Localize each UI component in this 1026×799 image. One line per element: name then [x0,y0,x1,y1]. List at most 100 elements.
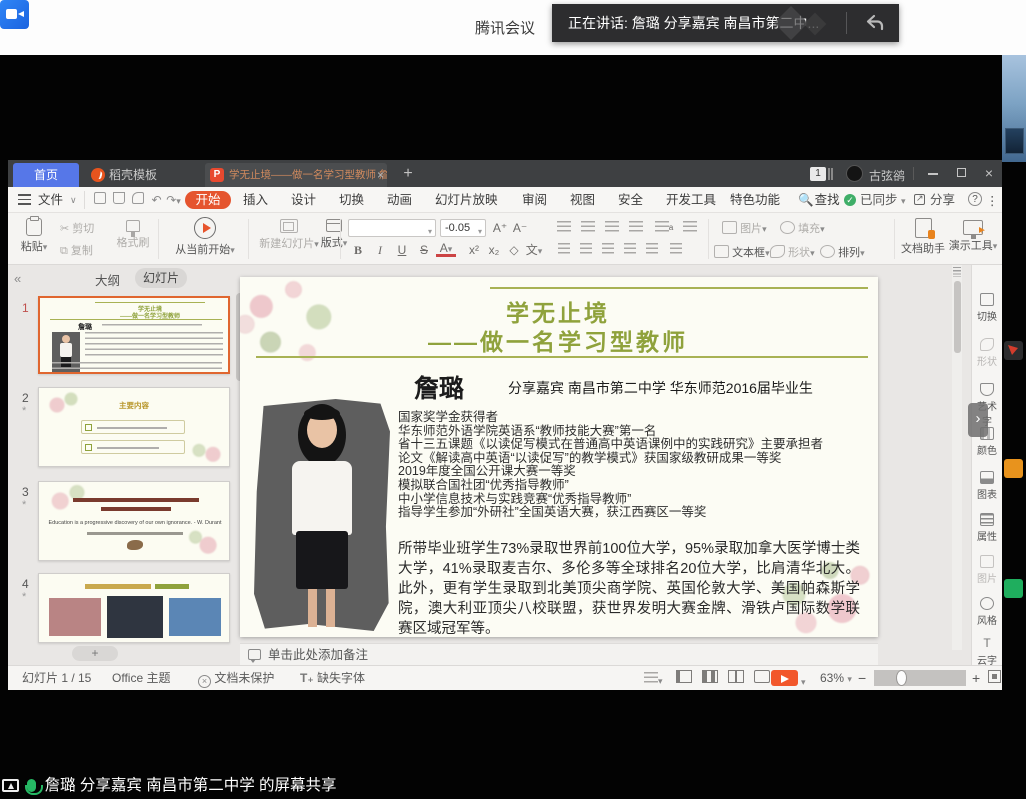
panel-collapse-icon[interactable]: « [14,271,21,286]
superscript-button[interactable]: x² [464,241,484,259]
font-size-select[interactable]: -0.05▾ [440,219,486,237]
tab-list-icon[interactable] [828,168,833,180]
bold-button[interactable]: B [348,241,368,259]
numbered-list-icon[interactable] [578,219,598,237]
copy-button[interactable]: ⧉ 复制 [60,242,93,258]
desktop-photo-icon[interactable] [1005,128,1024,154]
print-preview-icon[interactable] [130,191,145,209]
zoom-in-button[interactable]: + [972,670,980,686]
more-options-icon[interactable]: ⋮ [986,192,999,210]
menu-tab-devtools[interactable]: 开发工具 [666,191,716,209]
present-tools-button[interactable]: 演示工具▾ [948,220,998,253]
panel-expand-arrow[interactable]: › [968,403,988,437]
slide-thumbnail-4[interactable] [38,573,230,643]
justify-icon[interactable] [620,241,640,259]
notes-toggle-icon[interactable]: ▾ [644,670,663,686]
menu-tab-animation[interactable]: 动画 [387,191,412,209]
align-right-icon[interactable] [598,241,618,259]
reply-arrow-icon[interactable] [865,13,885,33]
font-color-button[interactable]: A▾ [436,241,456,257]
slides-tab[interactable]: 幻灯片 [135,268,187,288]
hamburger-menu-icon[interactable] [18,191,32,209]
format-painter-button[interactable]: 格式刷 [112,220,154,250]
search-menu-item[interactable]: 🔍 查找 [798,191,840,209]
undo-icon[interactable]: ↶ [149,191,164,209]
close-button[interactable]: × [976,165,1002,182]
menu-tab-home[interactable]: 开始 [185,191,231,209]
underline-button[interactable]: U [392,241,412,259]
tool-shape[interactable]: 形状 [973,338,1001,368]
italic-button[interactable]: I [370,241,390,259]
tab-docer-templates[interactable]: 稻壳模板 [83,163,201,187]
clear-format-icon[interactable]: ◇ [504,241,524,259]
user-avatar[interactable] [846,165,863,182]
strikethrough-button[interactable]: S [414,241,434,259]
tool-picture[interactable]: 图片 [973,555,1001,585]
print-icon[interactable] [111,191,126,209]
save-icon[interactable] [92,191,107,209]
columns-icon[interactable] [666,241,686,259]
tool-transition[interactable]: 切换 [973,293,1001,323]
restore-button[interactable] [948,165,974,182]
menu-tab-security[interactable]: 安全 [618,191,643,209]
outline-tab[interactable]: 大纲 [95,270,120,289]
cut-button[interactable]: ✂ 剪切 [60,220,94,236]
user-name[interactable]: 古弦鹆 [869,167,905,184]
zoom-percent[interactable]: 63% ▾ [820,670,852,686]
zoom-slider-track[interactable] [874,670,966,686]
tool-chart[interactable]: 图表 [973,471,1001,501]
paste-button[interactable]: 粘贴▾ [16,218,52,254]
zoom-slider-knob[interactable] [896,670,907,686]
minimize-button[interactable] [920,165,946,182]
decrease-font-icon[interactable]: A⁻ [510,219,530,237]
menu-tab-view[interactable]: 视图 [570,191,595,209]
dock-green-app-icon[interactable] [1004,579,1023,598]
menu-tab-design[interactable]: 设计 [291,191,316,209]
missing-font-status[interactable]: T₊ 缺失字体 [300,670,365,686]
distribute-icon[interactable] [642,241,662,259]
canvas-scrollbar-thumb[interactable] [954,281,961,353]
zoom-out-button[interactable]: − [858,670,866,686]
fill-button[interactable]: 填充▾ [780,220,825,236]
phonetic-guide-button[interactable]: 文▾ [524,241,544,259]
tab-home[interactable]: 首页 [13,163,79,187]
tool-style[interactable]: 风格 [973,597,1001,627]
subscript-button[interactable]: x₂ [484,241,504,259]
protection-status[interactable]: × 文档未保护 [198,670,274,686]
insert-picture-button[interactable]: 图片▾ [722,220,767,236]
doc-assistant-button[interactable]: 文档助手 [901,218,945,256]
add-slide-button[interactable]: + [72,646,118,661]
scrollbar-grip[interactable] [953,267,961,277]
menu-file[interactable]: 文件 [38,191,63,209]
line-spacing-icon[interactable]: ᵃ [654,219,674,237]
bullet-list-icon[interactable] [554,219,574,237]
slide-sorter-view-icon[interactable] [702,670,718,686]
slide-canvas[interactable]: 学无止境 ——做一名学习型教师 詹璐 分享嘉宾 南昌市第二中学 华东师范2016… [240,277,878,637]
slideshow-play-button[interactable] [771,670,798,686]
presenter-view-icon[interactable] [754,670,770,686]
redo-dropdown-icon[interactable]: ↷▾ [166,191,181,209]
tool-properties[interactable]: 属性 [973,513,1001,543]
slide-thumbnail-2[interactable]: 主要内容 [38,387,230,467]
fit-slide-button[interactable] [988,670,1001,686]
new-tab-button[interactable]: + [396,163,420,187]
arrange-button[interactable]: 排列▾ [820,244,865,260]
increase-font-icon[interactable]: A⁺ [490,219,510,237]
menu-tab-special-features[interactable]: 特色功能 [730,191,780,209]
tab-document-active[interactable]: P 学无止境——做一名学习型教师 詹璐 × [205,163,387,187]
document-count-badge[interactable]: 1 [810,167,826,181]
dock-orange-app-icon[interactable] [1004,459,1023,478]
text-direction-icon[interactable] [680,219,700,237]
font-family-select[interactable]: ▾ [348,219,436,237]
dock-browser-icon[interactable] [1004,341,1023,360]
theme-name[interactable]: Office 主题 [112,670,170,686]
menu-tab-insert[interactable]: 插入 [243,191,268,209]
increase-indent-icon[interactable] [626,219,646,237]
menu-tab-slideshow[interactable]: 幻灯片放映 [435,191,498,209]
decrease-indent-icon[interactable] [602,219,622,237]
share-button[interactable]: 分享 [930,191,955,209]
menu-tab-review[interactable]: 审阅 [522,191,547,209]
align-left-icon[interactable] [554,241,574,259]
slide-thumbnail-1[interactable]: 学无止境 ——做一名学习型教师 詹璐 [38,296,230,374]
notes-bar[interactable]: 单击此处添加备注 [240,643,878,665]
